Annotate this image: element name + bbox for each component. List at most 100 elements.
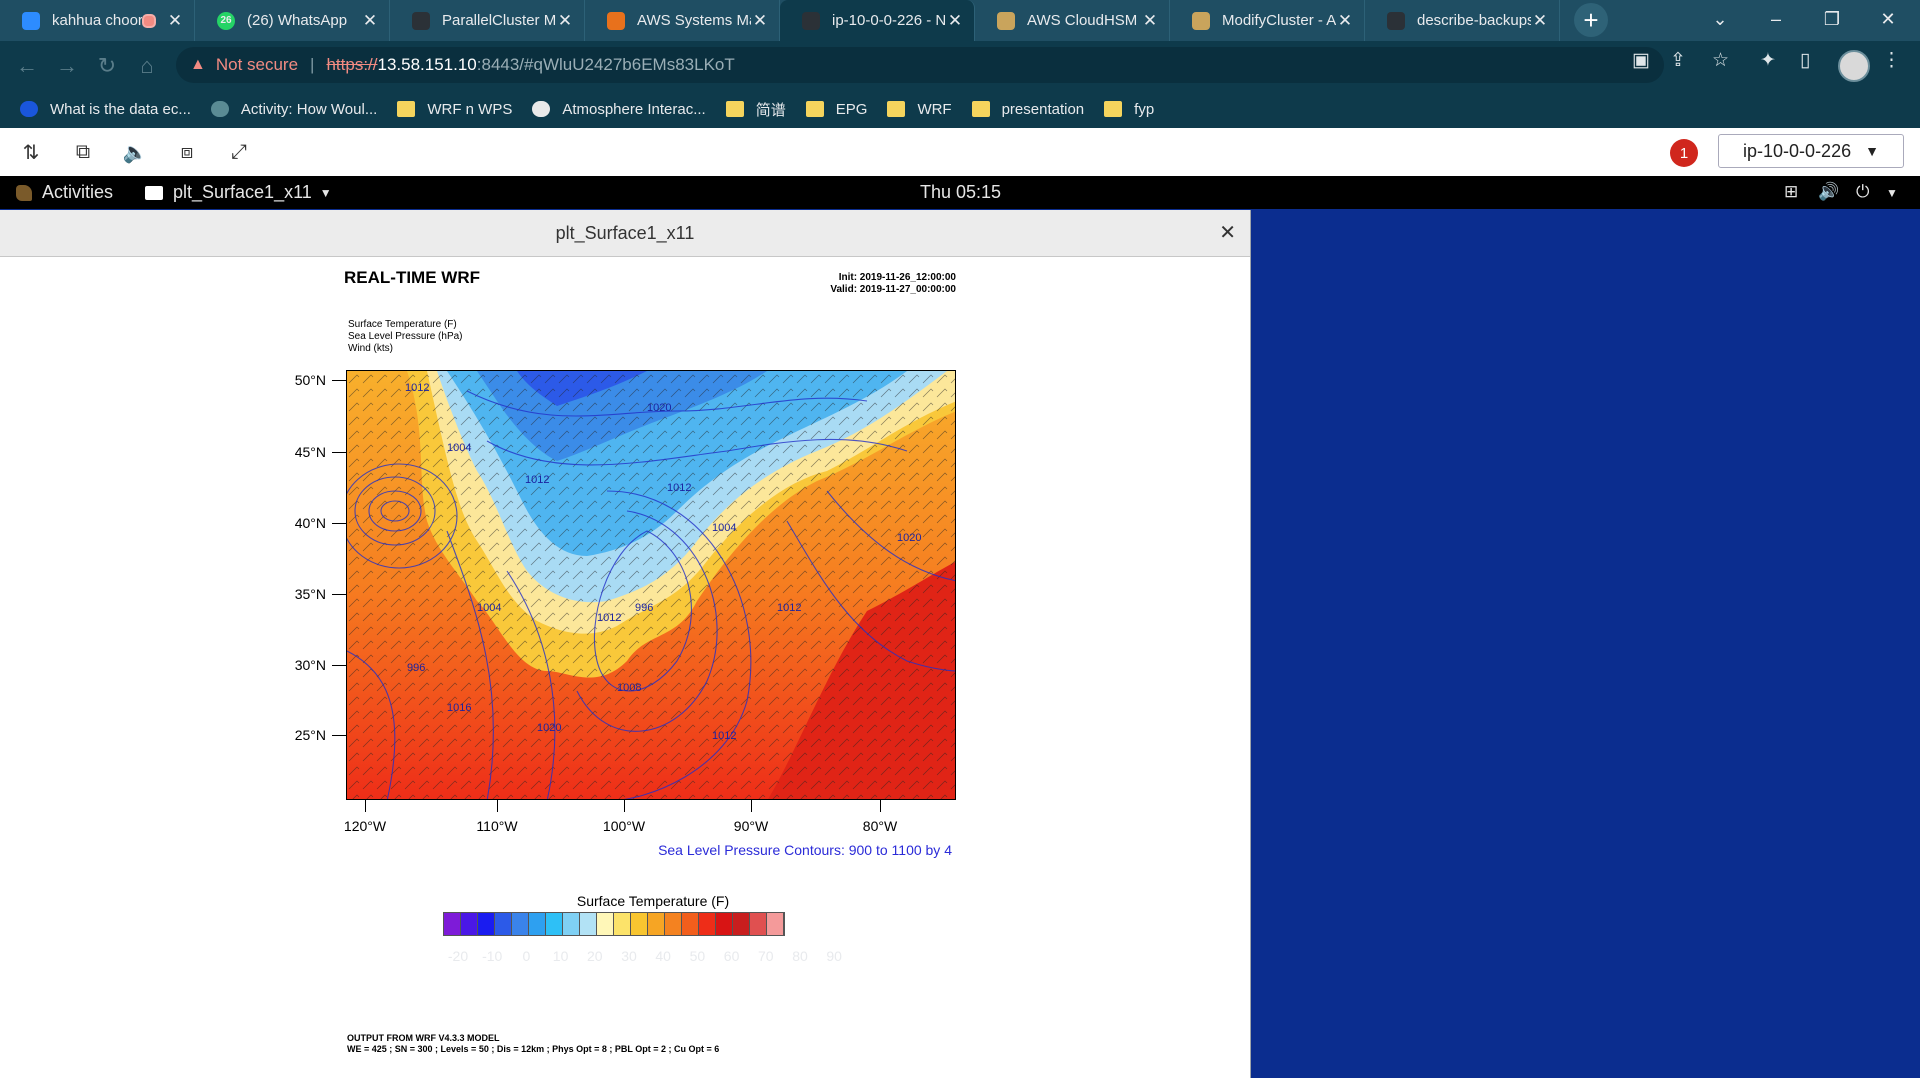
audio-muted-icon[interactable]: 🔈 xyxy=(122,140,148,164)
browser-tab[interactable]: AWS Systems Ma ✕ xyxy=(585,0,780,41)
bookmark-item[interactable]: EPG xyxy=(805,100,868,118)
kebab-menu-icon[interactable]: ⋮ xyxy=(1882,49,1901,72)
volume-icon[interactable]: 🔊 xyxy=(1818,182,1839,202)
multi-monitor-icon[interactable]: ⧈ xyxy=(174,140,200,164)
network-icon[interactable]: ⊞ xyxy=(1784,182,1798,202)
pressure-contour-label: 1012 xyxy=(597,612,621,624)
longitude-label: 120°W xyxy=(343,818,387,834)
bookmark-item[interactable]: What is the data ec... xyxy=(20,101,191,118)
browser-tab[interactable]: ParallelCluster M ✕ xyxy=(390,0,585,41)
browser-tab[interactable]: 26 (26) WhatsApp ✕ xyxy=(195,0,390,41)
activities-button[interactable]: Activities xyxy=(16,182,113,203)
colorbar-tick-label: 40 xyxy=(655,948,671,964)
side-panel-icon[interactable]: ▯ xyxy=(1800,49,1810,72)
longitude-tick xyxy=(497,800,498,812)
power-icon[interactable]: ⏻ xyxy=(1856,182,1869,202)
colorbar-swatch xyxy=(614,913,631,935)
copy-icon[interactable]: ⧉ xyxy=(70,140,96,164)
colorbar-swatch xyxy=(716,913,733,935)
colorbar-swatch xyxy=(648,913,665,935)
pressure-contour-label: 996 xyxy=(635,602,653,614)
tab-title: describe-backups xyxy=(1417,12,1531,29)
folder-icon xyxy=(971,101,990,117)
close-window-button[interactable]: ✕ xyxy=(1860,0,1916,38)
latitude-tick xyxy=(332,594,346,595)
pressure-contour-label: 1004 xyxy=(477,602,501,614)
forward-arrow-icon[interactable]: → xyxy=(50,49,84,83)
bookmark-item[interactable]: Activity: How Woul... xyxy=(210,101,377,118)
url-host: 13.58.151.10 xyxy=(377,55,477,74)
fullscreen-icon[interactable]: ⤢ xyxy=(226,140,252,164)
clipboard-icon[interactable]: ▣ xyxy=(1632,49,1650,72)
clock[interactable]: Thu 05:15 xyxy=(920,182,1001,203)
field-list: Surface Temperature (F) Sea Level Pressu… xyxy=(348,319,463,355)
colorbar-tick-label: -10 xyxy=(482,948,503,964)
tab-search-chevron-icon[interactable]: ⌄ xyxy=(1692,0,1748,38)
zoom-icon xyxy=(22,11,40,30)
pressure-contour-label: 1020 xyxy=(897,532,921,544)
colorbar-swatch xyxy=(665,913,682,935)
home-icon[interactable]: ⌂ xyxy=(130,49,164,83)
latitude-tick xyxy=(332,665,346,666)
browser-tab[interactable]: ModifyCluster - A ✕ xyxy=(1170,0,1365,41)
session-selector[interactable]: ip-10-0-0-226 ▼ xyxy=(1718,134,1904,168)
longitude-label: 90°W xyxy=(733,818,769,834)
tab-list: kahhua choor ✕ 26 (26) WhatsApp ✕ ParallelClu… xyxy=(0,0,1560,41)
window-titlebar[interactable]: plt_Surface1_x11 ✕ xyxy=(0,210,1250,257)
session-label: ip-10-0-0-226 xyxy=(1743,140,1852,161)
minimize-button[interactable]: – xyxy=(1748,0,1804,38)
browser-tab[interactable]: describe-backups ✕ xyxy=(1365,0,1560,41)
latitude-label: 25°N xyxy=(294,727,326,743)
extensions-puzzle-icon[interactable]: ✦ xyxy=(1760,49,1776,72)
tab-close-icon[interactable]: ✕ xyxy=(1141,11,1159,31)
bookmark-label: presentation xyxy=(1001,100,1085,118)
pressure-contour-label: 1012 xyxy=(712,730,736,742)
caret-down-icon: ▼ xyxy=(1865,143,1879,159)
tab-close-icon[interactable]: ✕ xyxy=(946,11,964,31)
longitude-label: 110°W xyxy=(476,818,518,834)
app-menu[interactable]: plt_Surface1_x11 ▼ xyxy=(145,182,332,203)
bookmark-item[interactable]: WRF n WPS xyxy=(397,101,512,118)
warning-triangle-icon: ▲ xyxy=(190,56,206,73)
tab-close-icon[interactable]: ✕ xyxy=(166,11,184,31)
field-wind: Wind (kts) xyxy=(348,343,393,354)
pressure-contour-label: 1012 xyxy=(405,382,429,394)
longitude-label: 100°W xyxy=(602,818,646,834)
star-bookmark-icon[interactable]: ☆ xyxy=(1712,49,1729,72)
browser-tab[interactable]: ip-10-0-0-226 - N ✕ xyxy=(780,0,975,41)
transfer-arrows-icon[interactable]: ⇅ xyxy=(18,140,44,164)
restore-button[interactable]: ❐ xyxy=(1804,0,1860,38)
tab-close-icon[interactable]: ✕ xyxy=(751,11,769,31)
folder-icon xyxy=(1104,101,1123,117)
colorbar-swatch xyxy=(546,913,563,935)
pressure-contour-label: 1004 xyxy=(447,442,471,454)
map-graphic: 1012 1020 1004 1012 1012 1004 1020 996 1012 1004 9… xyxy=(347,371,955,799)
reload-icon[interactable]: ↻ xyxy=(90,49,124,83)
tab-close-icon[interactable]: ✕ xyxy=(361,11,379,31)
colorbar-swatch xyxy=(444,913,461,935)
bookmark-item[interactable]: presentation xyxy=(971,100,1085,118)
profile-avatar[interactable] xyxy=(1838,50,1870,82)
tab-close-icon[interactable]: ✕ xyxy=(1531,11,1549,31)
bookmark-item[interactable]: fyp xyxy=(1104,101,1154,118)
share-icon[interactable]: ⇪ xyxy=(1670,49,1686,72)
back-arrow-icon[interactable]: ← xyxy=(10,49,44,83)
bookmark-label: 简谱 xyxy=(755,101,786,119)
browser-tab[interactable]: kahhua choor ✕ xyxy=(0,0,195,41)
bookmark-item[interactable]: Atmosphere Interac... xyxy=(532,101,706,118)
url-bar[interactable]: ▲ Not secure | https:// 13.58.151.10 :84… xyxy=(176,47,1664,83)
system-menu-chevron-icon[interactable]: ▼ xyxy=(1886,186,1898,200)
bookmark-item[interactable]: WRF xyxy=(887,101,952,118)
not-secure-label[interactable]: Not secure xyxy=(216,55,298,75)
bookmark-label: EPG xyxy=(835,100,868,118)
bookmark-item[interactable]: 简谱 xyxy=(725,99,786,120)
tab-close-icon[interactable]: ✕ xyxy=(556,11,574,31)
tab-close-icon[interactable]: ✕ xyxy=(1336,11,1354,31)
browser-tab[interactable]: AWS CloudHSM u ✕ xyxy=(975,0,1170,41)
notification-badge[interactable]: 1 xyxy=(1670,139,1698,167)
new-tab-button[interactable]: + xyxy=(1574,3,1608,37)
close-icon[interactable]: ✕ xyxy=(1219,220,1236,245)
valid-time: Valid: 2019-11-27_00:00:00 xyxy=(830,284,956,295)
bookmark-label: WRF n WPS xyxy=(427,100,513,118)
colorbar-swatch xyxy=(478,913,495,935)
